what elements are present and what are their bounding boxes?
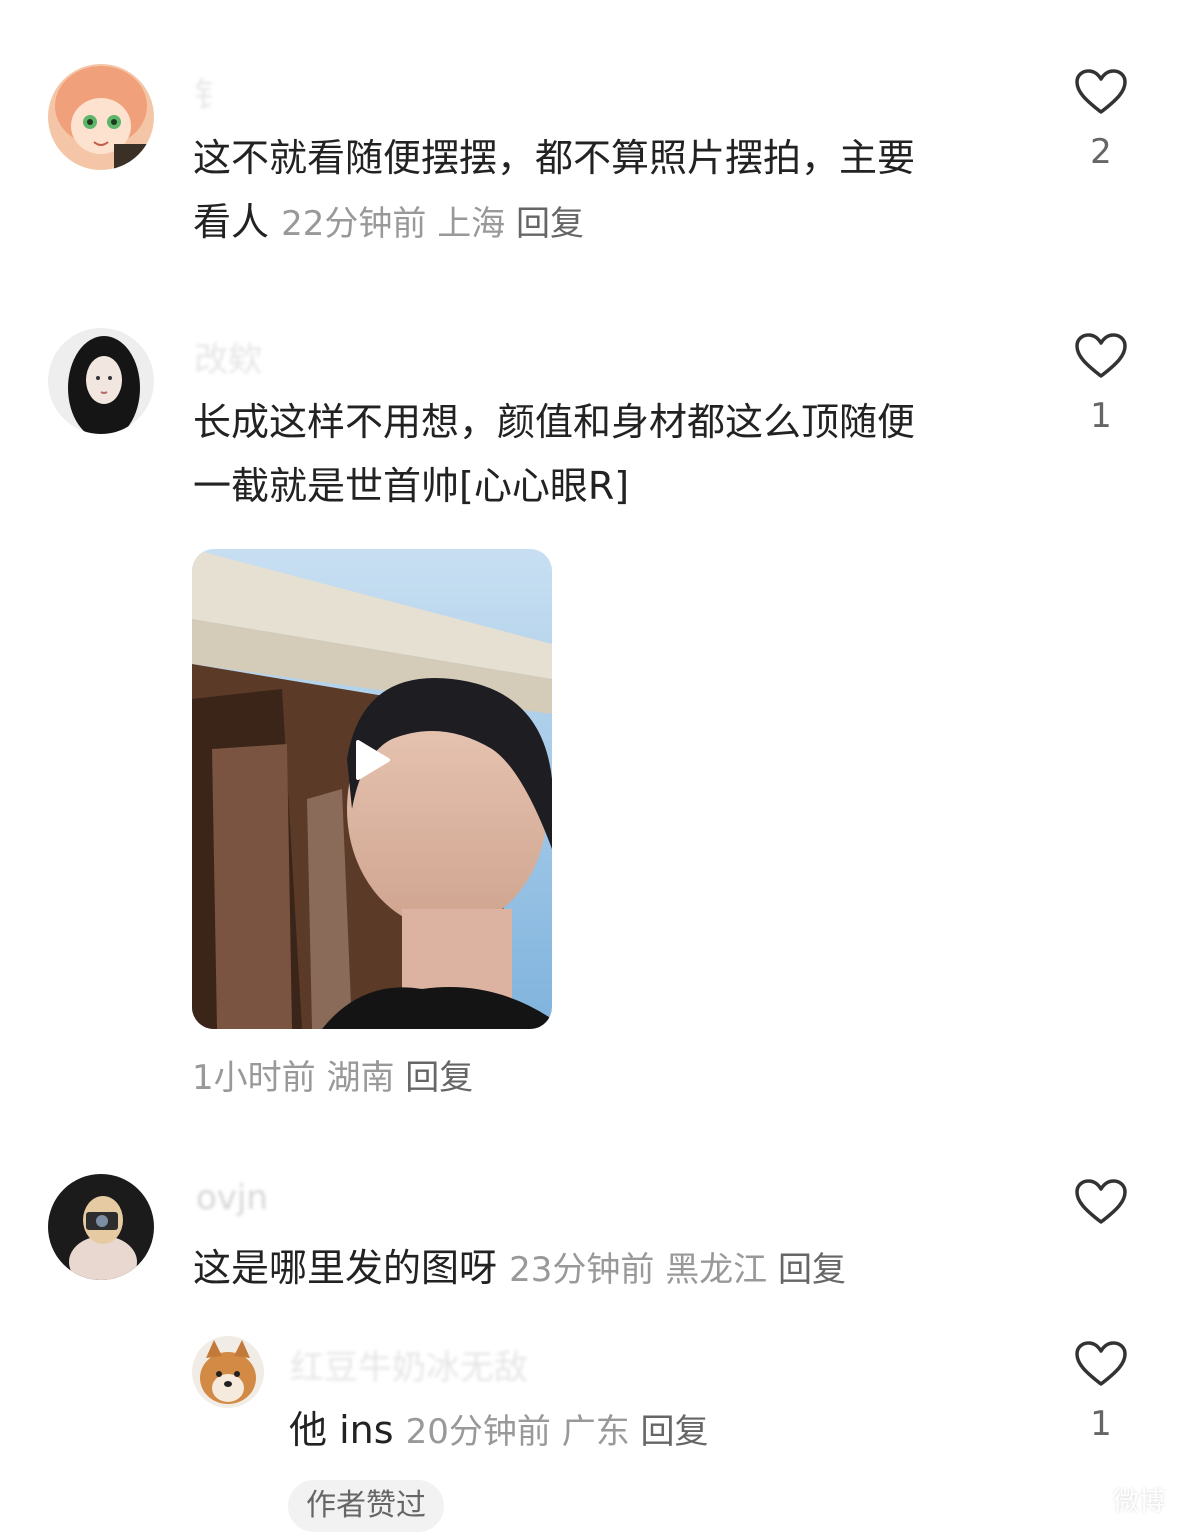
comment-meta: 1小时前 湖南 回复 bbox=[192, 1050, 473, 1099]
heart-outline-icon[interactable] bbox=[1074, 68, 1128, 116]
reply-username[interactable]: 红豆牛奶冰无敌 bbox=[290, 1340, 528, 1389]
reply-text-line: 他 ins bbox=[289, 1408, 394, 1452]
comment-text: 长成这样不用想，颜值和身材都这么顶随便 一截就是世首帅[心心眼R] bbox=[193, 390, 915, 518]
comment-username[interactable]: ovjn bbox=[196, 1178, 268, 1218]
reply-meta: 20分钟前 广东 回复 bbox=[406, 1412, 709, 1452]
reply-text: 他 ins 20分钟前 广东 回复 bbox=[289, 1398, 709, 1464]
comment-time: 22分钟前 bbox=[281, 204, 427, 244]
comment-username[interactable]: 钅 bbox=[194, 68, 228, 117]
heart-outline-icon[interactable] bbox=[1074, 1178, 1128, 1226]
comment-text-line: 长成这样不用想，颜值和身材都这么顶随便 bbox=[193, 400, 916, 444]
like-count: 1 bbox=[1090, 1404, 1112, 1444]
like-count: 1 bbox=[1090, 396, 1112, 436]
comment-text: 这是哪里发的图呀 23分钟前 黑龙江 回复 bbox=[193, 1236, 846, 1302]
comment-text-line: 这是哪里发的图呀 bbox=[193, 1246, 498, 1290]
heart-outline-icon[interactable] bbox=[1074, 332, 1128, 380]
reply-button[interactable]: 回复 bbox=[641, 1412, 709, 1452]
reply-button[interactable]: 回复 bbox=[778, 1250, 846, 1290]
comment-location: 湖南 bbox=[326, 1058, 395, 1098]
comment-location: 黑龙江 bbox=[665, 1250, 768, 1290]
comment-meta: 23分钟前 黑龙江 回复 bbox=[509, 1250, 846, 1290]
reply-button[interactable]: 回复 bbox=[405, 1058, 473, 1098]
comment-video-thumbnail[interactable] bbox=[192, 549, 552, 1029]
reply-location: 广东 bbox=[561, 1412, 630, 1452]
like-control: 1 bbox=[1061, 1340, 1141, 1444]
like-count: 2 bbox=[1090, 132, 1112, 172]
comment-meta: 22分钟前 上海 回复 bbox=[281, 204, 584, 244]
play-icon[interactable] bbox=[354, 739, 392, 781]
comment-text: 这不就看随便摆摆，都不算照片摆拍，主要 看人 22分钟前 上海 回复 bbox=[193, 126, 915, 256]
watermark: 微博 bbox=[1112, 1487, 1165, 1517]
comment-time: 23分钟前 bbox=[509, 1250, 655, 1290]
comment-text-line: 看人 bbox=[193, 200, 270, 244]
comment-text-line: 一截就是世首帅[心心眼R] bbox=[193, 464, 630, 508]
avatar[interactable] bbox=[48, 328, 154, 434]
like-control: 2 bbox=[1061, 68, 1141, 172]
heart-outline-icon[interactable] bbox=[1074, 1340, 1128, 1388]
comment-username[interactable]: 改欸 bbox=[194, 332, 262, 381]
like-control: 1 bbox=[1061, 332, 1141, 436]
reply-button[interactable]: 回复 bbox=[516, 204, 584, 244]
comment-list: 钅 这不就看随便摆摆，都不算照片摆拍，主要 看人 22分钟前 上海 回复 2 改… bbox=[0, 0, 1179, 1532]
like-control bbox=[1061, 1178, 1141, 1242]
avatar[interactable] bbox=[48, 64, 154, 170]
comment-time: 1小时前 bbox=[192, 1058, 316, 1098]
comment-text-line: 这不就看随便摆摆，都不算照片摆拍，主要 bbox=[193, 136, 916, 180]
comment-location: 上海 bbox=[437, 204, 506, 244]
reply-time: 20分钟前 bbox=[405, 1412, 551, 1452]
author-liked-badge: 作者赞过 bbox=[288, 1480, 444, 1532]
avatar[interactable] bbox=[48, 1174, 154, 1280]
avatar[interactable] bbox=[192, 1336, 264, 1408]
